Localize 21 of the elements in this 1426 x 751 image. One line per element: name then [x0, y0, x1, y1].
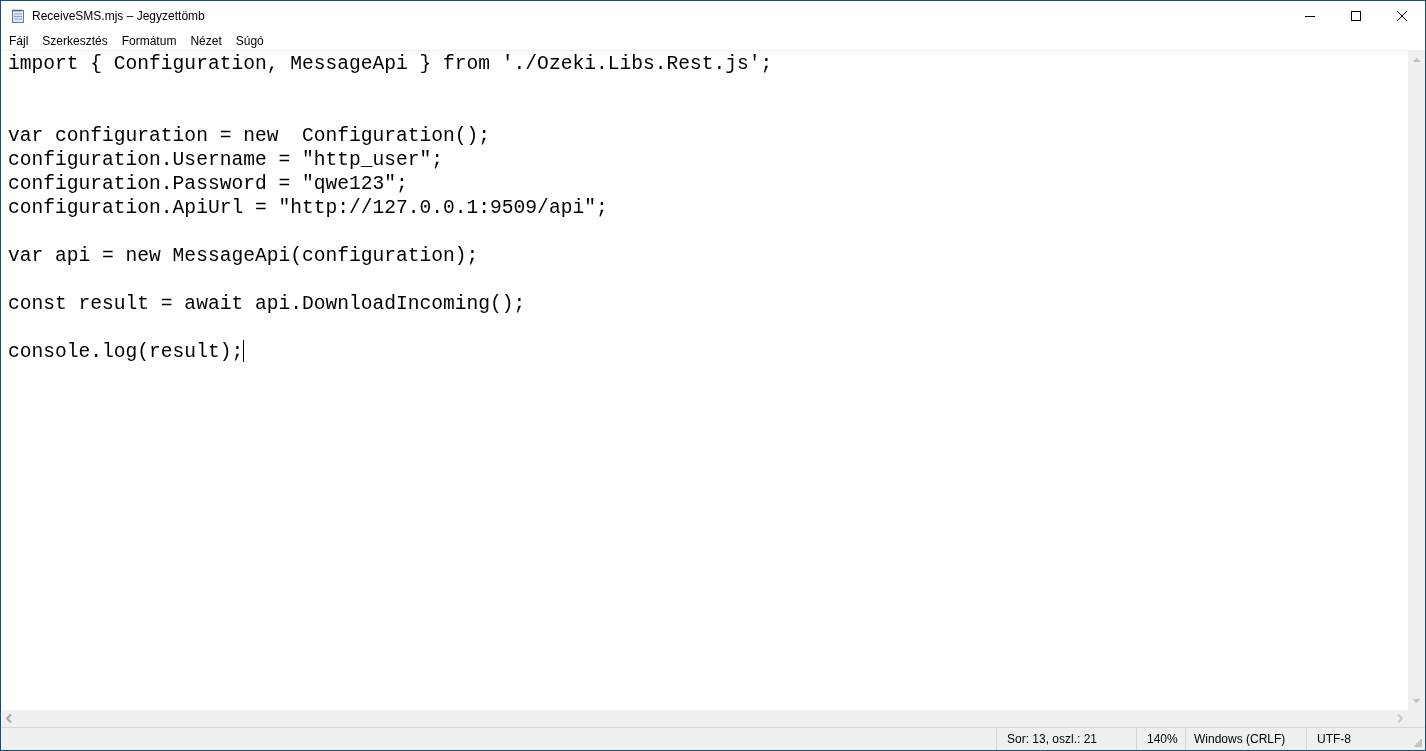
notepad-icon — [10, 8, 26, 24]
scroll-left-icon[interactable] — [6, 714, 12, 723]
menu-item[interactable]: Nézet — [183, 33, 229, 48]
close-icon — [1395, 10, 1408, 22]
vertical-scrollbar[interactable] — [1408, 51, 1425, 710]
cursor-position: Sor: 13, oszl.: 21 — [996, 728, 1136, 750]
horizontal-scrollbar[interactable] — [1, 710, 1408, 727]
scroll-right-icon[interactable] — [1397, 714, 1403, 723]
scroll-up-icon[interactable] — [1412, 57, 1421, 63]
scroll-down-icon[interactable] — [1412, 698, 1421, 704]
menu-item[interactable]: Súgó — [228, 33, 271, 48]
maximize-icon — [1350, 10, 1362, 22]
text-editor[interactable]: import { Configuration, MessageApi } from './Ozeki.Libs.Rest.js'; var configuration = new Configuration(); configuration.Username = "http_user"; configuration.Password = "qwe123"; configuration.ApiUrl = "http://127.0.0.1:9509/api"; var api = new MessageApi(configuration); const result = await api.DownloadIncoming(); console.log(result); — [1, 51, 1408, 710]
zoom-level: 140% — [1136, 728, 1185, 750]
encoding: UTF-8 — [1306, 728, 1411, 750]
window-title: ReceiveSMS.mjs – Jegyzettömb — [32, 9, 205, 23]
menu-item[interactable]: Formátum — [114, 33, 184, 48]
resize-grip[interactable] — [1411, 737, 1423, 749]
menu-item[interactable]: Fájl — [2, 33, 36, 48]
line-ending: Windows (CRLF) — [1185, 728, 1306, 750]
menu-item[interactable]: Szerkesztés — [35, 33, 115, 48]
